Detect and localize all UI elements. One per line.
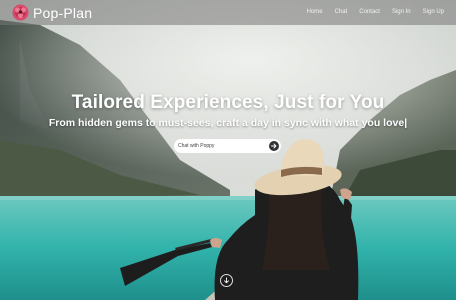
nav-chat[interactable]: Chat bbox=[329, 0, 354, 25]
hero-subtitle: From hidden gems to must-sees, craft a d… bbox=[48, 117, 408, 129]
scroll-down-button[interactable] bbox=[220, 274, 233, 287]
nav-sign-in[interactable]: Sign In bbox=[386, 0, 417, 25]
nav-sign-up[interactable]: Sign Up bbox=[417, 0, 450, 25]
brand-name: Pop-Plan bbox=[33, 4, 93, 21]
top-navbar: Pop-Plan Home Chat Contact Sign In Sign … bbox=[0, 0, 456, 25]
send-button[interactable] bbox=[269, 141, 279, 151]
hero-title: Tailored Experiences, Just for You bbox=[71, 92, 385, 113]
main-nav: Home Chat Contact Sign In Sign Up bbox=[301, 0, 450, 25]
nav-home[interactable]: Home bbox=[301, 0, 329, 25]
chat-input[interactable] bbox=[178, 140, 264, 152]
arrow-down-circle-icon bbox=[224, 277, 229, 284]
brand[interactable]: Pop-Plan bbox=[12, 4, 92, 21]
flower-logo-icon bbox=[12, 4, 29, 21]
chat-search-bar bbox=[174, 139, 281, 153]
arrow-right-icon bbox=[271, 143, 277, 149]
nav-contact[interactable]: Contact bbox=[353, 0, 386, 25]
